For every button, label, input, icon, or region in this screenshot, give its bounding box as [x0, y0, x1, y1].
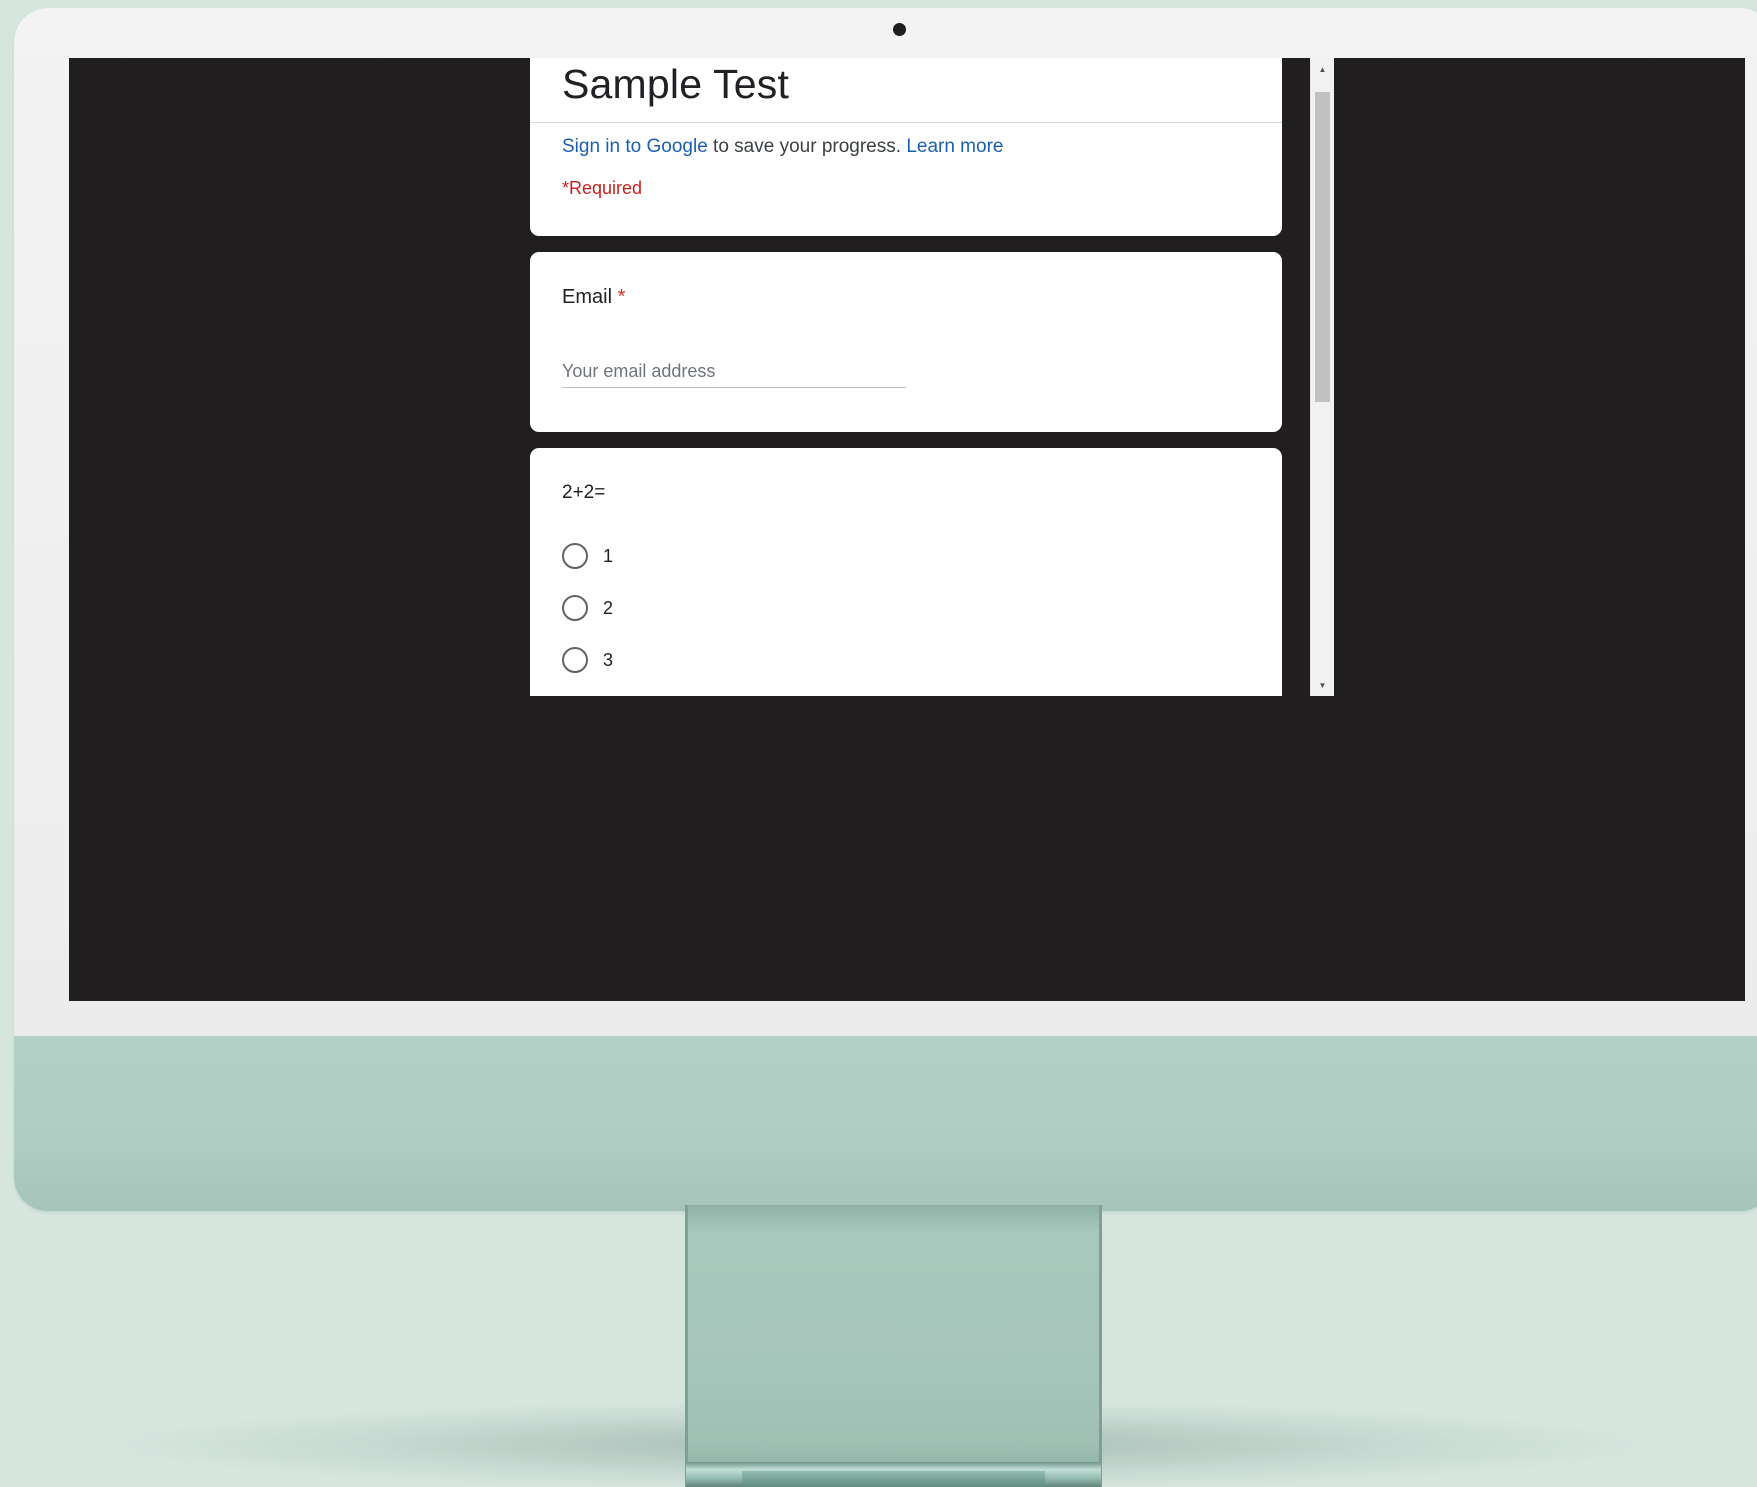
screen: Sample Test Sign in to Google to save yo…: [69, 58, 1745, 1001]
required-asterisk: *: [617, 286, 626, 308]
learn-more-link[interactable]: Learn more: [906, 136, 1003, 157]
vertical-scrollbar[interactable]: ▲ ▼: [1310, 58, 1334, 696]
monitor-stand: [685, 1205, 1102, 1487]
title-divider: [530, 122, 1282, 123]
monitor-chin: [14, 1036, 1757, 1211]
option-label: 1: [603, 545, 614, 566]
scrollbar-thumb[interactable]: [1315, 92, 1330, 402]
option-1[interactable]: 1: [562, 543, 613, 569]
option-2[interactable]: 2: [562, 595, 613, 621]
triangle-down-icon[interactable]: ▼: [1311, 676, 1334, 694]
option-3[interactable]: 3: [562, 647, 613, 673]
monitor: Sample Test Sign in to Google to save yo…: [14, 8, 1757, 1211]
signin-text: to save your progress.: [707, 136, 907, 157]
math-question-card: 2+2= 1 2 3: [530, 448, 1282, 696]
form-header-card: Sample Test Sign in to Google to save yo…: [530, 58, 1282, 236]
stand-base: [686, 1462, 1101, 1487]
signin-link[interactable]: Sign in to Google: [562, 136, 708, 157]
stand-slot: [742, 1471, 1045, 1487]
required-note: *Required: [562, 178, 643, 198]
option-label: 2: [603, 597, 614, 618]
signin-line: Sign in to Google to save your progress.…: [562, 136, 1003, 158]
option-label: 3: [603, 649, 614, 670]
monitor-bezel: Sample Test Sign in to Google to save yo…: [14, 8, 1757, 1036]
question-text: 2+2=: [562, 482, 606, 503]
desktop-scene: Sample Test Sign in to Google to save yo…: [0, 0, 1757, 1487]
form-viewport: Sample Test Sign in to Google to save yo…: [509, 58, 1329, 696]
triangle-up-icon[interactable]: ▲: [1311, 60, 1334, 78]
radio-button[interactable]: [562, 543, 588, 569]
radio-button[interactable]: [562, 595, 588, 621]
email-label: Email *: [562, 286, 625, 309]
email-field[interactable]: [562, 356, 906, 388]
camera-icon: [893, 23, 906, 36]
form-title: Sample Test: [562, 61, 790, 107]
email-question-card: Email *: [530, 252, 1282, 432]
email-label-text: Email: [562, 286, 613, 308]
radio-button[interactable]: [562, 647, 588, 673]
